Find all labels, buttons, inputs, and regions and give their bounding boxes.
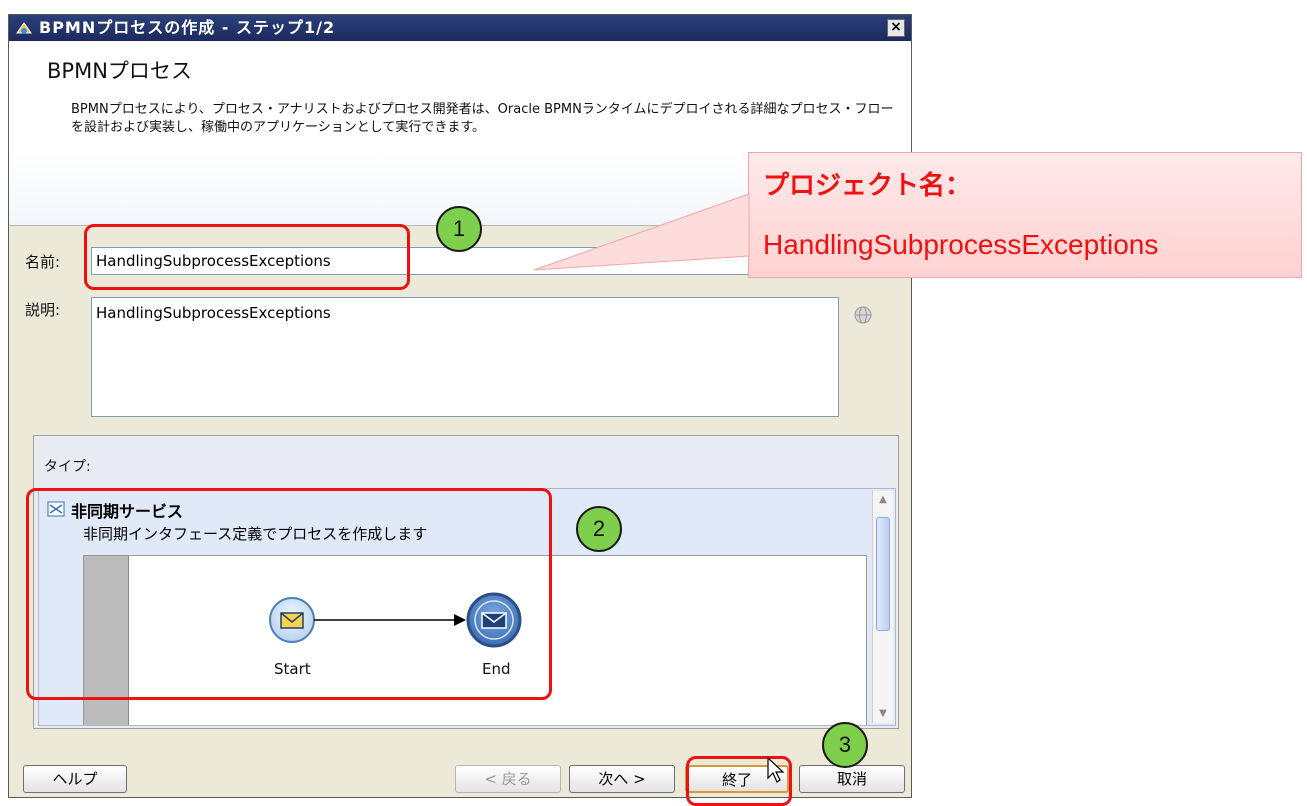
window-title: BPMNプロセスの作成 - ステップ1/2	[39, 18, 336, 37]
help-button[interactable]: ヘルプ	[23, 765, 127, 793]
title-bar[interactable]: BPMNプロセスの作成 - ステップ1/2 ×	[9, 15, 911, 41]
name-highlight-box	[84, 224, 410, 290]
step-2-marker: 2	[576, 506, 622, 552]
callout-value: HandlingSubprocessExceptions	[763, 229, 1159, 260]
cancel-button[interactable]: 取消	[799, 765, 905, 793]
scroll-up-icon[interactable]: ▲	[873, 491, 893, 509]
description-label: 説明:	[25, 301, 61, 319]
app-icon	[16, 22, 32, 34]
header-title: BPMNプロセス	[47, 59, 192, 83]
callout-title: プロジェクト名：	[763, 170, 972, 200]
step-3-marker: 3	[822, 722, 868, 768]
type-highlight-box	[26, 488, 552, 700]
project-name-callout: プロジェクト名： HandlingSubprocessExceptions	[748, 152, 1302, 278]
mouse-cursor-icon	[767, 756, 785, 783]
close-button[interactable]: ×	[887, 19, 905, 37]
globe-icon[interactable]	[853, 305, 873, 325]
header-description: BPMNプロセスにより、プロセス・アナリストおよびプロセス開発者は、Oracle…	[71, 102, 894, 135]
description-textarea[interactable]: HandlingSubprocessExceptions	[91, 297, 839, 417]
type-label: タイプ:	[44, 459, 91, 475]
type-list-scrollbar[interactable]: ▲ ▼	[872, 491, 893, 723]
next-button[interactable]: 次へ >	[569, 765, 675, 793]
name-label: 名前:	[25, 253, 61, 271]
scrollbar-thumb[interactable]	[876, 517, 890, 631]
back-button[interactable]: < 戻る	[455, 765, 561, 793]
scroll-down-icon[interactable]: ▼	[873, 705, 893, 723]
step-1-marker: 1	[436, 206, 482, 252]
